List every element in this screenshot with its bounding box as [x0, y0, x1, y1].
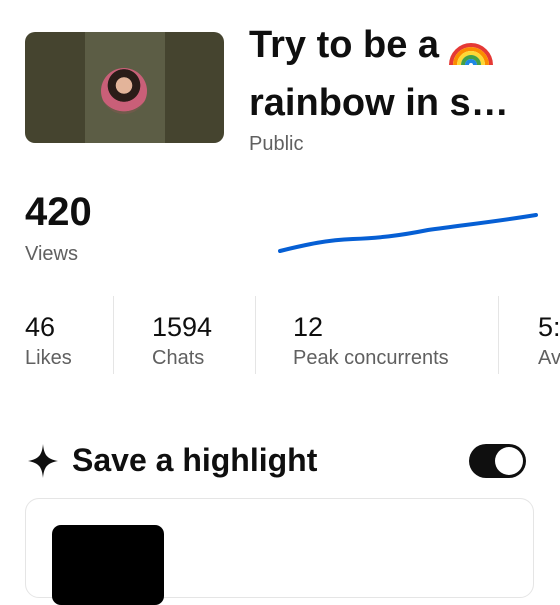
- save-highlight-label: Save a highlight: [72, 442, 318, 478]
- stat-label: Peak concurrents: [293, 347, 449, 369]
- stat-divider: [498, 296, 499, 374]
- stat-value: 12: [293, 312, 324, 342]
- video-title-line-2: rainbow in s…: [249, 82, 509, 124]
- stat-label: Likes: [25, 347, 72, 369]
- highlight-card-thumbnail: [52, 525, 164, 605]
- stat-divider: [113, 296, 114, 374]
- sparkle-icon: [28, 444, 58, 478]
- video-title: Try to be a rainbow in s…: [249, 16, 549, 132]
- views-count: 420: [25, 190, 92, 234]
- views-sparkline: [278, 213, 538, 253]
- video-thumbnail[interactable]: [25, 32, 224, 143]
- visibility-label: Public: [249, 133, 304, 155]
- video-title-line-1: Try to be a: [249, 24, 440, 66]
- stat-value: 1594: [152, 312, 213, 342]
- channel-avatar: [101, 68, 147, 114]
- save-highlight-toggle[interactable]: [469, 444, 526, 478]
- highlight-card[interactable]: [25, 498, 534, 605]
- stat-average: 5: Av: [538, 296, 560, 374]
- stat-label: Chats: [152, 347, 205, 369]
- toggle-knob: [495, 447, 523, 475]
- views-label: Views: [25, 243, 78, 265]
- stat-divider: [255, 296, 256, 374]
- stat-value: 5:: [538, 312, 560, 342]
- stat-label: Av: [538, 347, 560, 369]
- stat-value: 46: [25, 312, 56, 342]
- rainbow-icon: [449, 43, 494, 66]
- sparkline-path: [278, 213, 538, 253]
